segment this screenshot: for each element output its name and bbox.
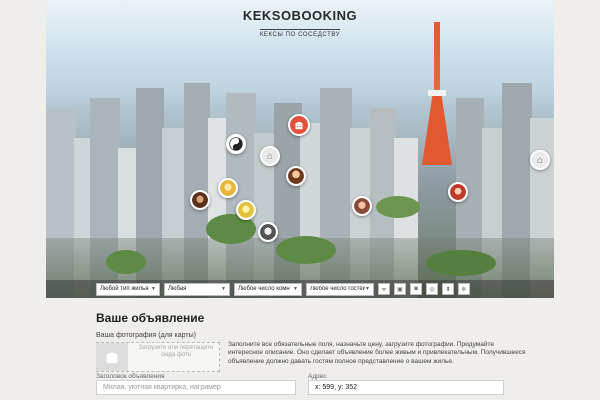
- map-pin[interactable]: [226, 134, 246, 154]
- house-icon: ⌂: [266, 150, 274, 162]
- rooms-filter[interactable]: Любое число комн ▼: [234, 282, 302, 296]
- washer-icon[interactable]: ◎: [426, 283, 438, 295]
- map-pin[interactable]: ⌂: [260, 146, 280, 166]
- avatar-icon: [288, 168, 304, 184]
- map-pin[interactable]: [352, 196, 372, 216]
- map-pin[interactable]: [448, 182, 468, 202]
- map-pin[interactable]: [236, 200, 256, 220]
- avatar-placeholder: [96, 343, 128, 371]
- map-pin[interactable]: [258, 222, 278, 242]
- page: KEKSOBOOKING КЕКСЫ ПО СОСЕДСТВУ ⌂ ⌂ Любо…: [46, 0, 554, 400]
- guests-filter[interactable]: Любое число гостей ▼: [306, 282, 374, 296]
- yin-yang-icon: [229, 137, 243, 151]
- main-pin[interactable]: [288, 114, 310, 136]
- map-filters: Любой тип жилья ▼ Любая ▼ Любое число комн…: [46, 280, 554, 298]
- chevron-down-icon: ▼: [221, 286, 226, 292]
- header: KEKSOBOOKING КЕКСЫ ПО СОСЕДСТВУ: [46, 8, 554, 41]
- dropzone-text: Загрузите или перетащите сюда фото: [138, 345, 214, 359]
- title-input[interactable]: [96, 380, 296, 395]
- map-pin[interactable]: [190, 190, 210, 210]
- address-input[interactable]: [308, 380, 504, 395]
- map-pin[interactable]: [218, 178, 238, 198]
- housing-type-filter[interactable]: Любой тип жилья ▼: [96, 282, 160, 296]
- elevator-icon[interactable]: ⬍: [442, 283, 454, 295]
- logo-subtitle: КЕКСЫ ПО СОСЕДСТВУ: [259, 29, 341, 38]
- parking-icon[interactable]: ◙: [410, 283, 422, 295]
- avatar-icon: [238, 202, 254, 218]
- avatar-icon: [354, 198, 370, 214]
- chevron-down-icon: ▼: [151, 286, 156, 292]
- conditioner-icon[interactable]: ❄: [458, 283, 470, 295]
- address-label: Адрес: [308, 373, 327, 380]
- avatar-label: Ваша фотография (для карты): [96, 332, 196, 339]
- muffin-icon: [294, 121, 304, 130]
- muffin-placeholder-icon: [105, 352, 119, 364]
- avatar-icon: [450, 184, 466, 200]
- avatar-icon: [220, 180, 236, 196]
- dishwasher-icon[interactable]: ▣: [394, 283, 406, 295]
- form-title: Ваше объявление: [96, 311, 205, 325]
- avatar-icon: [260, 224, 276, 240]
- wifi-icon[interactable]: ᯤ: [378, 283, 390, 295]
- chevron-down-icon: ▼: [365, 286, 370, 292]
- map[interactable]: KEKSOBOOKING КЕКСЫ ПО СОСЕДСТВУ ⌂ ⌂ Любо…: [46, 0, 554, 298]
- map-pin[interactable]: [286, 166, 306, 186]
- form-hint: Заполните все обязательные поля, назначь…: [228, 341, 526, 365]
- title-label: Заголовок объявления: [96, 373, 165, 380]
- logo-title: KEKSOBOOKING: [242, 8, 358, 23]
- price-filter[interactable]: Любая ▼: [164, 282, 230, 296]
- map-pin[interactable]: ⌂: [530, 150, 550, 170]
- avatar-icon: [192, 192, 208, 208]
- house-icon: ⌂: [536, 154, 544, 166]
- chevron-down-icon: ▼: [293, 286, 298, 292]
